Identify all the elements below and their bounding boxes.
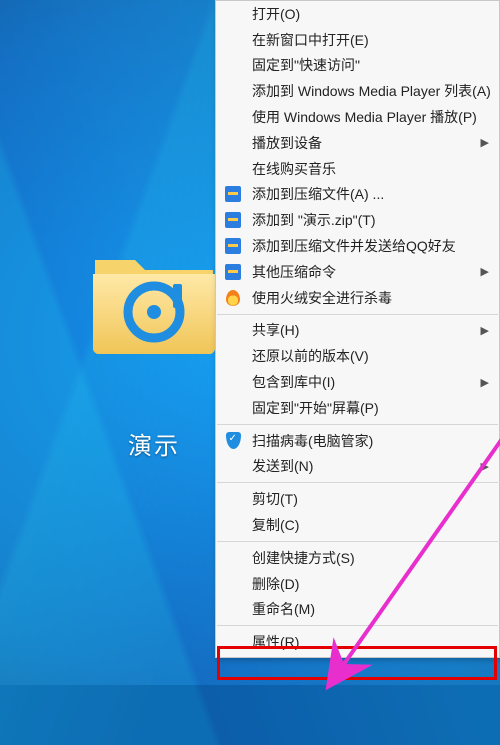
shield-icon — [226, 432, 241, 449]
submenu-arrow-icon: ▶ — [479, 324, 489, 337]
menu-item[interactable]: 其他压缩命令▶ — [216, 259, 499, 285]
menu-item-label: 添加到压缩文件并发送给QQ好友 — [252, 236, 479, 256]
archive-icon — [225, 238, 241, 254]
menu-item-label: 重命名(M) — [252, 599, 479, 619]
menu-item-label: 播放到设备 — [252, 133, 479, 153]
music-folder-icon — [91, 246, 217, 356]
menu-item-icon-slot — [222, 490, 244, 508]
menu-item-icon-slot — [222, 211, 244, 229]
submenu-arrow-icon: ▶ — [479, 460, 489, 473]
menu-separator — [217, 424, 498, 425]
menu-item-label: 添加到 "演示.zip"(T) — [252, 210, 479, 230]
menu-separator — [217, 625, 498, 626]
menu-item[interactable]: 重命名(M) — [216, 597, 499, 623]
menu-separator — [217, 314, 498, 315]
archive-icon — [225, 212, 241, 228]
submenu-arrow-icon: ▶ — [479, 376, 489, 389]
menu-item[interactable]: 播放到设备▶ — [216, 130, 499, 156]
menu-item-label: 属性(R) — [252, 632, 479, 652]
menu-item[interactable]: 剪切(T) — [216, 486, 499, 512]
menu-item-icon-slot — [222, 432, 244, 450]
menu-item-label: 包含到库中(I) — [252, 372, 479, 392]
menu-item[interactable]: 包含到库中(I)▶ — [216, 369, 499, 395]
menu-item[interactable]: 使用 Windows Media Player 播放(P) — [216, 104, 499, 130]
menu-item-icon-slot — [222, 82, 244, 100]
menu-item-label: 添加到 Windows Media Player 列表(A) — [252, 81, 491, 101]
menu-item-label: 固定到"快速访问" — [252, 55, 479, 75]
menu-item[interactable]: 添加到压缩文件并发送给QQ好友 — [216, 233, 499, 259]
menu-item[interactable]: 发送到(N)▶ — [216, 454, 499, 480]
menu-item-icon-slot — [222, 549, 244, 567]
menu-item-icon-slot — [222, 457, 244, 475]
menu-item-icon-slot — [222, 600, 244, 618]
archive-icon — [225, 264, 241, 280]
menu-item-label: 还原以前的版本(V) — [252, 346, 479, 366]
menu-item-icon-slot — [222, 263, 244, 281]
menu-item[interactable]: 使用火绒安全进行杀毒 — [216, 285, 499, 311]
menu-item-label: 其他压缩命令 — [252, 262, 479, 282]
menu-item[interactable]: 创建快捷方式(S) — [216, 545, 499, 571]
menu-item[interactable]: 扫描病毒(电脑管家) — [216, 428, 499, 454]
menu-item[interactable]: 复制(C) — [216, 512, 499, 538]
menu-item-label: 创建快捷方式(S) — [252, 548, 479, 568]
menu-item[interactable]: 在线购买音乐 — [216, 156, 499, 182]
menu-item-label: 扫描病毒(电脑管家) — [252, 431, 479, 451]
menu-item-label: 固定到"开始"屏幕(P) — [252, 398, 479, 418]
fire-icon — [226, 290, 240, 306]
menu-item[interactable]: 添加到 Windows Media Player 列表(A) — [216, 78, 499, 104]
menu-item[interactable]: 共享(H)▶ — [216, 318, 499, 344]
menu-item[interactable]: 在新窗口中打开(E) — [216, 27, 499, 53]
menu-item-icon-slot — [222, 347, 244, 365]
menu-item-icon-slot — [222, 31, 244, 49]
menu-item[interactable]: 还原以前的版本(V) — [216, 343, 499, 369]
menu-item-label: 删除(D) — [252, 574, 479, 594]
submenu-arrow-icon: ▶ — [479, 265, 489, 278]
menu-item-icon-slot — [222, 160, 244, 178]
menu-item-label: 使用 Windows Media Player 播放(P) — [252, 107, 479, 127]
menu-item[interactable]: 打开(O) — [216, 1, 499, 27]
menu-item-label: 在新窗口中打开(E) — [252, 30, 479, 50]
menu-item[interactable]: 删除(D) — [216, 571, 499, 597]
menu-item-label: 打开(O) — [252, 4, 479, 24]
menu-item[interactable]: 固定到"开始"屏幕(P) — [216, 395, 499, 421]
menu-item-label: 添加到压缩文件(A) ... — [252, 184, 479, 204]
archive-icon — [225, 186, 241, 202]
menu-item-label: 共享(H) — [252, 320, 479, 340]
submenu-arrow-icon: ▶ — [479, 136, 489, 149]
menu-item[interactable]: 添加到 "演示.zip"(T) — [216, 207, 499, 233]
menu-item[interactable]: 固定到"快速访问" — [216, 53, 499, 79]
menu-item-icon-slot — [222, 575, 244, 593]
menu-item[interactable]: 属性(R) — [216, 629, 499, 655]
context-menu: 打开(O) 在新窗口中打开(E) 固定到"快速访问" 添加到 Windows Medi… — [215, 0, 500, 658]
menu-item-icon-slot — [222, 289, 244, 307]
menu-item-icon-slot — [222, 134, 244, 152]
menu-item-icon-slot — [222, 321, 244, 339]
desktop-folder-label: 演示 — [84, 426, 224, 461]
menu-item-icon-slot — [222, 633, 244, 651]
menu-item-icon-slot — [222, 373, 244, 391]
desktop-folder[interactable]: 演示 — [84, 246, 224, 461]
menu-item-icon-slot — [222, 5, 244, 23]
menu-item-icon-slot — [222, 399, 244, 417]
menu-item-label: 剪切(T) — [252, 489, 479, 509]
menu-separator — [217, 541, 498, 542]
menu-item-icon-slot — [222, 56, 244, 74]
menu-item-label: 在线购买音乐 — [252, 159, 479, 179]
menu-item-label: 复制(C) — [252, 515, 479, 535]
menu-item-label: 使用火绒安全进行杀毒 — [252, 288, 479, 308]
menu-item[interactable]: 添加到压缩文件(A) ... — [216, 182, 499, 208]
menu-separator — [217, 482, 498, 483]
menu-item-icon-slot — [222, 516, 244, 534]
menu-item-icon-slot — [222, 185, 244, 203]
menu-item-label: 发送到(N) — [252, 456, 479, 476]
menu-item-icon-slot — [222, 237, 244, 255]
menu-item-icon-slot — [222, 108, 244, 126]
